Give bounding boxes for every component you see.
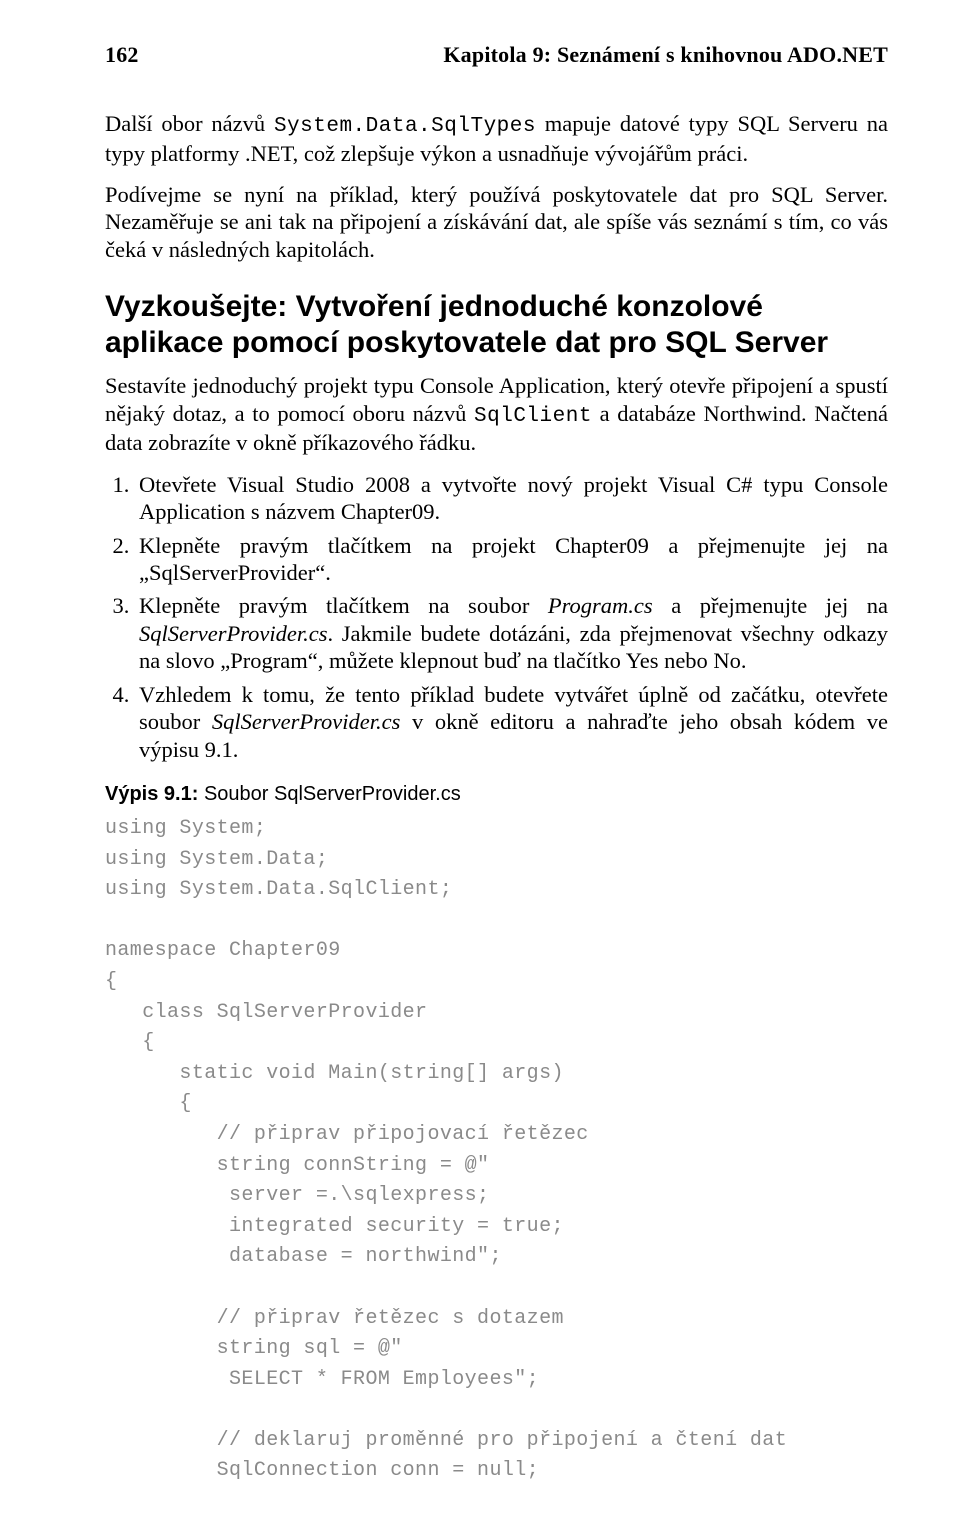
listing-label: Výpis 9.1: [105,783,198,805]
filename: SqlServerProvider.cs [212,709,401,734]
step-item: Klepněte pravým tlačítkem na soubor Prog… [135,592,888,674]
step-item: Klepněte pravým tlačítkem na projekt Cha… [135,532,888,587]
chapter-title: Kapitola 9: Seznámení s knihovnou ADO.NE… [443,42,888,68]
filename: SqlServerProvider.cs [139,621,328,646]
body-paragraph: Sestavíte jednoduchý projekt typu Consol… [105,372,888,456]
tryit-heading: Vyzkoušejte: Vytvoření jednoduché konzol… [105,289,888,360]
step-item: Otevřete Visual Studio 2008 a vytvořte n… [135,471,888,526]
filename: Program.cs [548,593,653,618]
inline-code: System.Data.SqlTypes [274,115,536,138]
body-paragraph: Podívejme se nyní na příklad, který použ… [105,181,888,263]
page-number: 162 [105,42,139,68]
listing-caption: Výpis 9.1: Soubor SqlServerProvider.cs [105,783,888,806]
text: a přejmenujte jej na [653,593,888,618]
page: 162 Kapitola 9: Seznámení s knihovnou AD… [0,0,960,1537]
text: Klepněte pravým tlačítkem na soubor [139,593,548,618]
body-paragraph: Další obor názvů System.Data.SqlTypes ma… [105,110,888,167]
listing-caption-text: Soubor SqlServerProvider.cs [198,783,460,805]
running-head: 162 Kapitola 9: Seznámení s knihovnou AD… [105,42,888,68]
inline-code: SqlClient [474,405,592,428]
step-item: Vzhledem k tomu, že tento příklad budete… [135,681,888,763]
numbered-steps: Otevřete Visual Studio 2008 a vytvořte n… [105,471,888,763]
code-listing: using System; using System.Data; using S… [105,814,888,1487]
text: Další obor názvů [105,111,274,136]
